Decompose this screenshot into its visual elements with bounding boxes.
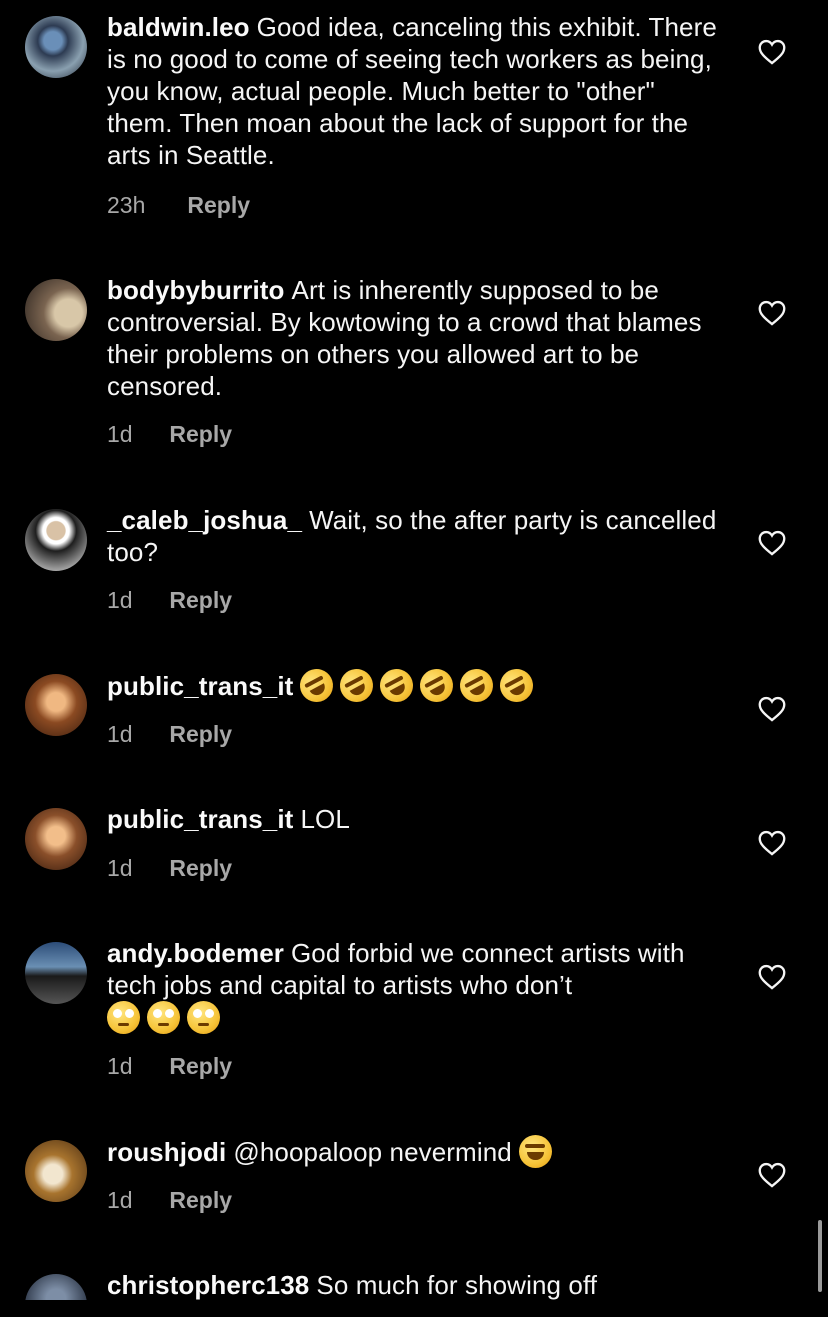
comment-body: christopherc138 So much for showing off [107, 1269, 727, 1300]
comment-username[interactable]: public_trans_it [107, 804, 293, 834]
reply-button[interactable]: Reply [187, 192, 250, 218]
comment-timestamp: 1d [107, 855, 133, 881]
comment-timestamp: 1d [107, 587, 133, 613]
avatar[interactable] [25, 509, 87, 571]
reply-button[interactable]: Reply [169, 587, 232, 613]
reply-button[interactable]: Reply [169, 1053, 232, 1079]
comment-body: baldwin.leo Good idea, canceling this exh… [107, 11, 727, 171]
avatar[interactable] [25, 1274, 87, 1300]
comment-username[interactable]: baldwin.leo [107, 12, 250, 42]
comment-body: andy.bodemer God forbid we connect artist… [107, 937, 727, 1034]
heart-icon[interactable] [758, 696, 786, 722]
face-with-rolling-eyes-emoji [187, 1001, 220, 1034]
comment-body: public_trans_it [107, 663, 727, 708]
comment-timestamp: 1d [107, 421, 133, 447]
avatar[interactable] [25, 1140, 87, 1202]
comment-username[interactable]: roushjodi [107, 1137, 226, 1167]
comment-text: So much for showing off [316, 1270, 598, 1300]
comments-list: baldwin.leo Good idea, canceling this exh… [0, 0, 828, 1300]
comment-timestamp: 1d [107, 1053, 133, 1079]
reply-button[interactable]: Reply [169, 721, 232, 747]
reply-button[interactable]: Reply [169, 855, 232, 881]
comment-body: roushjodi @hoopaloop nevermind [107, 1135, 727, 1168]
face-with-rolling-eyes-emoji [147, 1001, 180, 1034]
rolling-on-floor-laughing-emoji [294, 663, 340, 708]
heart-icon[interactable] [758, 1162, 786, 1188]
comment-meta: 1d Reply [107, 421, 232, 448]
comment-username[interactable]: _caleb_joshua_ [107, 505, 302, 535]
comment-timestamp: 23h [107, 192, 146, 218]
comment-body: public_trans_it LOL [107, 803, 727, 835]
comment-meta: 1d Reply [107, 855, 232, 882]
reply-button[interactable]: Reply [169, 421, 232, 447]
face-with-rolling-eyes-emoji [107, 1001, 140, 1034]
comment-meta: 1d Reply [107, 587, 232, 614]
comment-text: @hoopaloop nevermind [233, 1137, 512, 1167]
face-with-tears-of-joy-emoji [519, 1135, 553, 1168]
scrollbar[interactable] [818, 1220, 822, 1292]
comment-body: bodybyburrito Art is inherently supposed … [107, 274, 727, 402]
comment-meta: 1d Reply [107, 721, 232, 748]
avatar[interactable] [25, 16, 87, 78]
comment-timestamp: 1d [107, 721, 133, 747]
rolling-on-floor-laughing-emoji [454, 663, 500, 708]
rolling-on-floor-laughing-emoji [414, 663, 460, 708]
comment-username[interactable]: andy.bodemer [107, 938, 284, 968]
comment-meta: 1d Reply [107, 1053, 232, 1080]
avatar[interactable] [25, 808, 87, 870]
rolling-on-floor-laughing-emoji [334, 663, 380, 708]
comment-timestamp: 1d [107, 1187, 133, 1213]
comment-text: LOL [300, 804, 350, 834]
heart-icon[interactable] [758, 830, 786, 856]
bottom-edge [0, 1300, 828, 1317]
heart-icon[interactable] [758, 300, 786, 326]
heart-icon[interactable] [758, 964, 786, 990]
avatar[interactable] [25, 942, 87, 1004]
comment-username[interactable]: public_trans_it [107, 671, 293, 701]
heart-icon[interactable] [758, 530, 786, 556]
comment-meta: 1d Reply [107, 1187, 232, 1214]
comment-username[interactable]: bodybyburrito [107, 275, 285, 305]
avatar[interactable] [25, 674, 87, 736]
rolling-on-floor-laughing-emoji [374, 663, 420, 708]
avatar[interactable] [25, 279, 87, 341]
heart-icon[interactable] [758, 39, 786, 65]
reply-button[interactable]: Reply [169, 1187, 232, 1213]
comment-username[interactable]: christopherc138 [107, 1270, 309, 1300]
comment-meta: 23h Reply [107, 192, 250, 219]
rolling-on-floor-laughing-emoji [494, 663, 540, 708]
comment-body: _caleb_joshua_ Wait, so the after party i… [107, 504, 727, 568]
